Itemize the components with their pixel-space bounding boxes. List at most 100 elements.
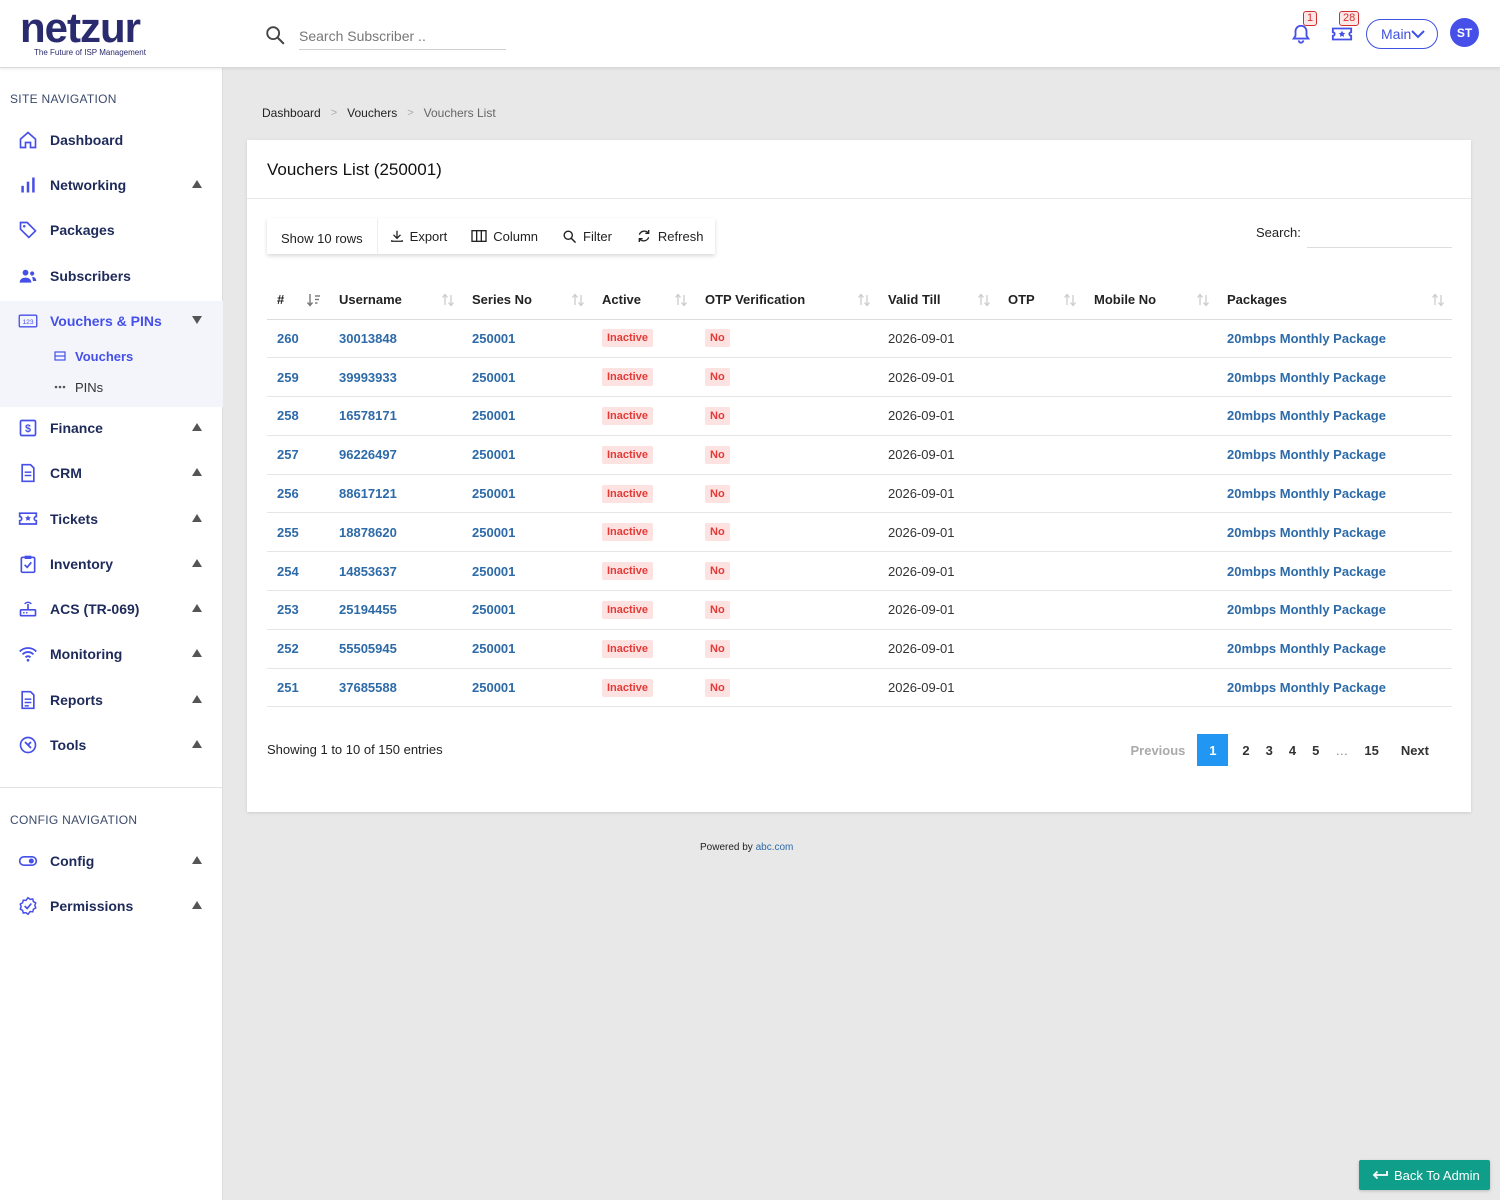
sidebar-item-monitoring[interactable]: Monitoring [0, 634, 223, 674]
row-package-link[interactable]: 20mbps Monthly Package [1227, 641, 1386, 656]
column-header-otp[interactable]: OTP [998, 280, 1084, 320]
row-username-link[interactable]: 16578171 [339, 408, 397, 423]
pagination-page[interactable]: 4 [1281, 734, 1304, 766]
row-id-link[interactable]: 259 [277, 370, 299, 385]
pagination-page[interactable]: 5 [1304, 734, 1327, 766]
row-series-link[interactable]: 250001 [472, 370, 515, 385]
row-id-link[interactable]: 252 [277, 641, 299, 656]
sort-icon [978, 293, 990, 307]
row-package-link[interactable]: 20mbps Monthly Package [1227, 408, 1386, 423]
config-navigation-heading: CONFIG NAVIGATION [10, 813, 138, 827]
row-package-link[interactable]: 20mbps Monthly Package [1227, 486, 1386, 501]
pagination-page[interactable]: 1 [1197, 734, 1229, 766]
column-header-packages[interactable]: Packages [1217, 280, 1452, 320]
column-header-username[interactable]: Username [329, 280, 462, 320]
workspace-select[interactable]: Main [1366, 19, 1438, 49]
row-series-link[interactable]: 250001 [472, 680, 515, 695]
column-header-active[interactable]: Active [592, 280, 695, 320]
row-package-link[interactable]: 20mbps Monthly Package [1227, 680, 1386, 695]
row-series-link[interactable]: 250001 [472, 602, 515, 617]
row-series-link[interactable]: 250001 [472, 564, 515, 579]
row-package-link[interactable]: 20mbps Monthly Package [1227, 564, 1386, 579]
row-username-link[interactable]: 39993933 [339, 370, 397, 385]
row-series-link[interactable]: 250001 [472, 525, 515, 540]
logo[interactable]: netzur The Future of ISP Management [20, 7, 146, 58]
row-id-link[interactable]: 260 [277, 331, 299, 346]
users-icon [18, 266, 38, 286]
notifications-button[interactable]: 1 [1290, 11, 1318, 46]
row-id-link[interactable]: 257 [277, 447, 299, 462]
back-to-admin-button[interactable]: Back To Admin [1359, 1160, 1490, 1190]
row-series-link[interactable]: 250001 [472, 641, 515, 656]
pagination: Previous 1 2 3 4 5 … 15 Next [1122, 734, 1437, 766]
column-header-id[interactable]: # [267, 280, 329, 320]
refresh-button[interactable]: Refresh [624, 218, 716, 254]
row-series-link[interactable]: 250001 [472, 408, 515, 423]
footer-text: Powered by [700, 842, 756, 853]
sidebar-item-permissions[interactable]: Permissions [0, 886, 223, 926]
tickets-button[interactable]: 28 [1331, 11, 1360, 46]
pagination-page[interactable]: 2 [1234, 734, 1257, 766]
export-button[interactable]: Export [378, 218, 460, 254]
sidebar-item-crm[interactable]: CRM [0, 453, 223, 493]
breadcrumb-vouchers[interactable]: Vouchers [347, 106, 397, 120]
avatar[interactable]: ST [1450, 18, 1479, 47]
footer-link[interactable]: abc.com [756, 842, 794, 853]
sidebar-subitem-pins[interactable]: PINs [54, 376, 103, 398]
row-package-link[interactable]: 20mbps Monthly Package [1227, 447, 1386, 462]
row-id-link[interactable]: 253 [277, 602, 299, 617]
sidebar-item-acs[interactable]: ACS (TR-069) [0, 589, 223, 629]
row-series-link[interactable]: 250001 [472, 486, 515, 501]
row-id-link[interactable]: 256 [277, 486, 299, 501]
row-username-link[interactable]: 18878620 [339, 525, 397, 540]
row-id-link[interactable]: 251 [277, 680, 299, 695]
export-label: Export [409, 228, 448, 244]
subscriber-search-input[interactable] [299, 22, 506, 50]
row-username-link[interactable]: 30013848 [339, 331, 397, 346]
sidebar-item-dashboard[interactable]: Dashboard [0, 120, 223, 160]
column-header-valid-till[interactable]: Valid Till [878, 280, 998, 320]
row-id-link[interactable]: 258 [277, 408, 299, 423]
sidebar-item-tickets[interactable]: Tickets [0, 499, 223, 539]
table-header-row: # Username Series No Active OTP Verifica… [267, 280, 1452, 320]
row-username-link[interactable]: 55505945 [339, 641, 397, 656]
sidebar-item-packages[interactable]: Packages [0, 210, 223, 250]
row-package-link[interactable]: 20mbps Monthly Package [1227, 525, 1386, 540]
column-header-otp-verification[interactable]: OTP Verification [695, 280, 878, 320]
sidebar-item-finance[interactable]: $ Finance [0, 408, 223, 448]
sidebar-item-reports[interactable]: Reports [0, 680, 223, 720]
row-username-link[interactable]: 25194455 [339, 602, 397, 617]
table-search-input[interactable] [1307, 220, 1452, 248]
sidebar-item-inventory[interactable]: Inventory [0, 544, 223, 584]
row-id-link[interactable]: 254 [277, 564, 299, 579]
row-id-link[interactable]: 255 [277, 525, 299, 540]
sidebar-item-vouchers-pins[interactable]: 123 Vouchers & PINs [0, 301, 223, 341]
pagination-page[interactable]: 15 [1356, 734, 1386, 766]
show-rows-button[interactable]: Show 10 rows [267, 218, 378, 254]
pagination-page[interactable]: 3 [1258, 734, 1281, 766]
sidebar-subitem-vouchers[interactable]: Vouchers [54, 345, 133, 367]
pagination-next[interactable]: Next [1387, 734, 1437, 766]
row-package-link[interactable]: 20mbps Monthly Package [1227, 331, 1386, 346]
row-package-link[interactable]: 20mbps Monthly Package [1227, 602, 1386, 617]
row-username-link[interactable]: 96226497 [339, 447, 397, 462]
row-series-link[interactable]: 250001 [472, 331, 515, 346]
sidebar-item-networking[interactable]: Networking [0, 165, 223, 205]
row-series-link[interactable]: 250001 [472, 447, 515, 462]
filter-label: Filter [583, 228, 612, 244]
row-package-link[interactable]: 20mbps Monthly Package [1227, 370, 1386, 385]
sidebar-item-config[interactable]: Config [0, 841, 223, 881]
sidebar-item-tools[interactable]: Tools [0, 725, 223, 765]
row-username-link[interactable]: 14853637 [339, 564, 397, 579]
column-header-mobile[interactable]: Mobile No [1084, 280, 1217, 320]
row-username-link[interactable]: 88617121 [339, 486, 397, 501]
column-button[interactable]: Column [459, 218, 550, 254]
column-header-series[interactable]: Series No [462, 280, 592, 320]
breadcrumb-dashboard[interactable]: Dashboard [262, 106, 321, 120]
filter-button[interactable]: Filter [550, 218, 624, 254]
row-username-link[interactable]: 37685588 [339, 680, 397, 695]
sidebar-item-subscribers[interactable]: Subscribers [0, 256, 223, 296]
breadcrumb-separator-icon: > [407, 107, 414, 119]
pagination-previous[interactable]: Previous [1122, 734, 1197, 766]
otp-verification-badge: No [705, 329, 730, 348]
